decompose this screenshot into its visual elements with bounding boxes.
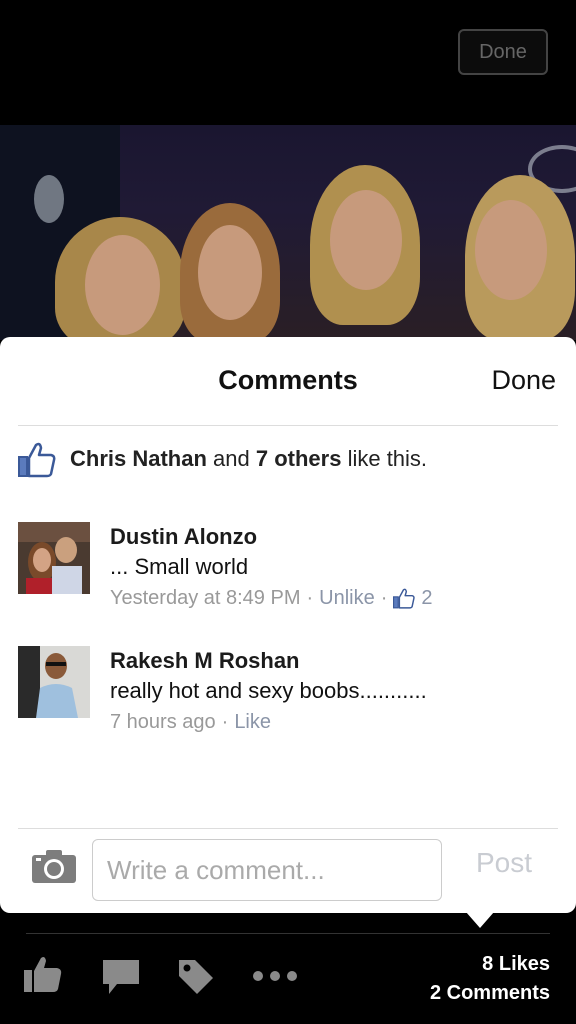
sheet-pointer [466, 912, 494, 928]
comments-sheet: Comments Done Chris Nathan and 7 others … [0, 337, 576, 913]
comment-text: really hot and sexy boobs........... [110, 678, 427, 703]
thumbs-up-icon [18, 442, 56, 478]
comment-item: Rakesh M Roshan really hot and sexy boob… [18, 646, 558, 736]
comment-meta: Yesterday at 8:49 PM · Unlike · 2 [110, 582, 558, 614]
likes-count[interactable]: 8 Likes [430, 950, 550, 979]
header-divider [18, 425, 558, 426]
meta-separator: · [380, 587, 388, 609]
post-button[interactable]: Post [476, 847, 532, 879]
comment-icon[interactable] [103, 960, 139, 994]
comment-input[interactable]: Write a comment... [92, 839, 442, 901]
photo-face-1 [85, 235, 160, 335]
likes-others[interactable]: 7 others [256, 446, 342, 472]
comment-time: 7 hours ago [110, 711, 216, 733]
comment-item: Dustin Alonzo ... Small world Yesterday … [18, 522, 558, 612]
avatar[interactable] [18, 646, 90, 718]
top-done-button[interactable]: Done [458, 29, 548, 75]
meta-separator: · [306, 587, 314, 609]
meta-separator: · [221, 711, 229, 733]
likes-name[interactable]: Chris Nathan [70, 446, 207, 472]
comment-author[interactable]: Dustin Alonzo [110, 522, 558, 552]
photo-wall-clock [34, 175, 64, 223]
engagement-counts: 8 Likes 2 Comments [430, 950, 550, 1008]
comment-composer: Write a comment... Post [0, 829, 576, 913]
like-link[interactable]: Like [234, 706, 271, 738]
camera-icon[interactable] [32, 849, 76, 883]
photo-face-4 [475, 200, 547, 300]
comment-text: ... Small world [110, 554, 249, 579]
sheet-title: Comments [218, 365, 358, 395]
more-icon[interactable] [252, 970, 298, 982]
photo-face-3 [330, 190, 402, 290]
avatar[interactable] [18, 522, 90, 594]
unlike-link[interactable]: Unlike [319, 582, 375, 614]
likes-summary[interactable]: Chris Nathan and 7 others like this. [18, 439, 558, 479]
comment-like-count[interactable]: 2 [421, 582, 432, 614]
likes-suffix: like this. [341, 446, 428, 471]
comments-count[interactable]: 2 Comments [430, 979, 550, 1008]
like-icon[interactable] [24, 956, 62, 992]
photo [0, 125, 576, 340]
toolbar-divider [26, 933, 550, 934]
comment-meta: 7 hours ago · Like [110, 706, 558, 738]
tag-icon[interactable] [177, 958, 215, 996]
sheet-done-button[interactable]: Done [491, 365, 556, 396]
comment-time: Yesterday at 8:49 PM [110, 587, 301, 609]
thumbs-up-icon [393, 588, 416, 609]
comment-author[interactable]: Rakesh M Roshan [110, 646, 558, 676]
likes-and: and [206, 446, 256, 471]
photo-face-2 [198, 225, 262, 320]
